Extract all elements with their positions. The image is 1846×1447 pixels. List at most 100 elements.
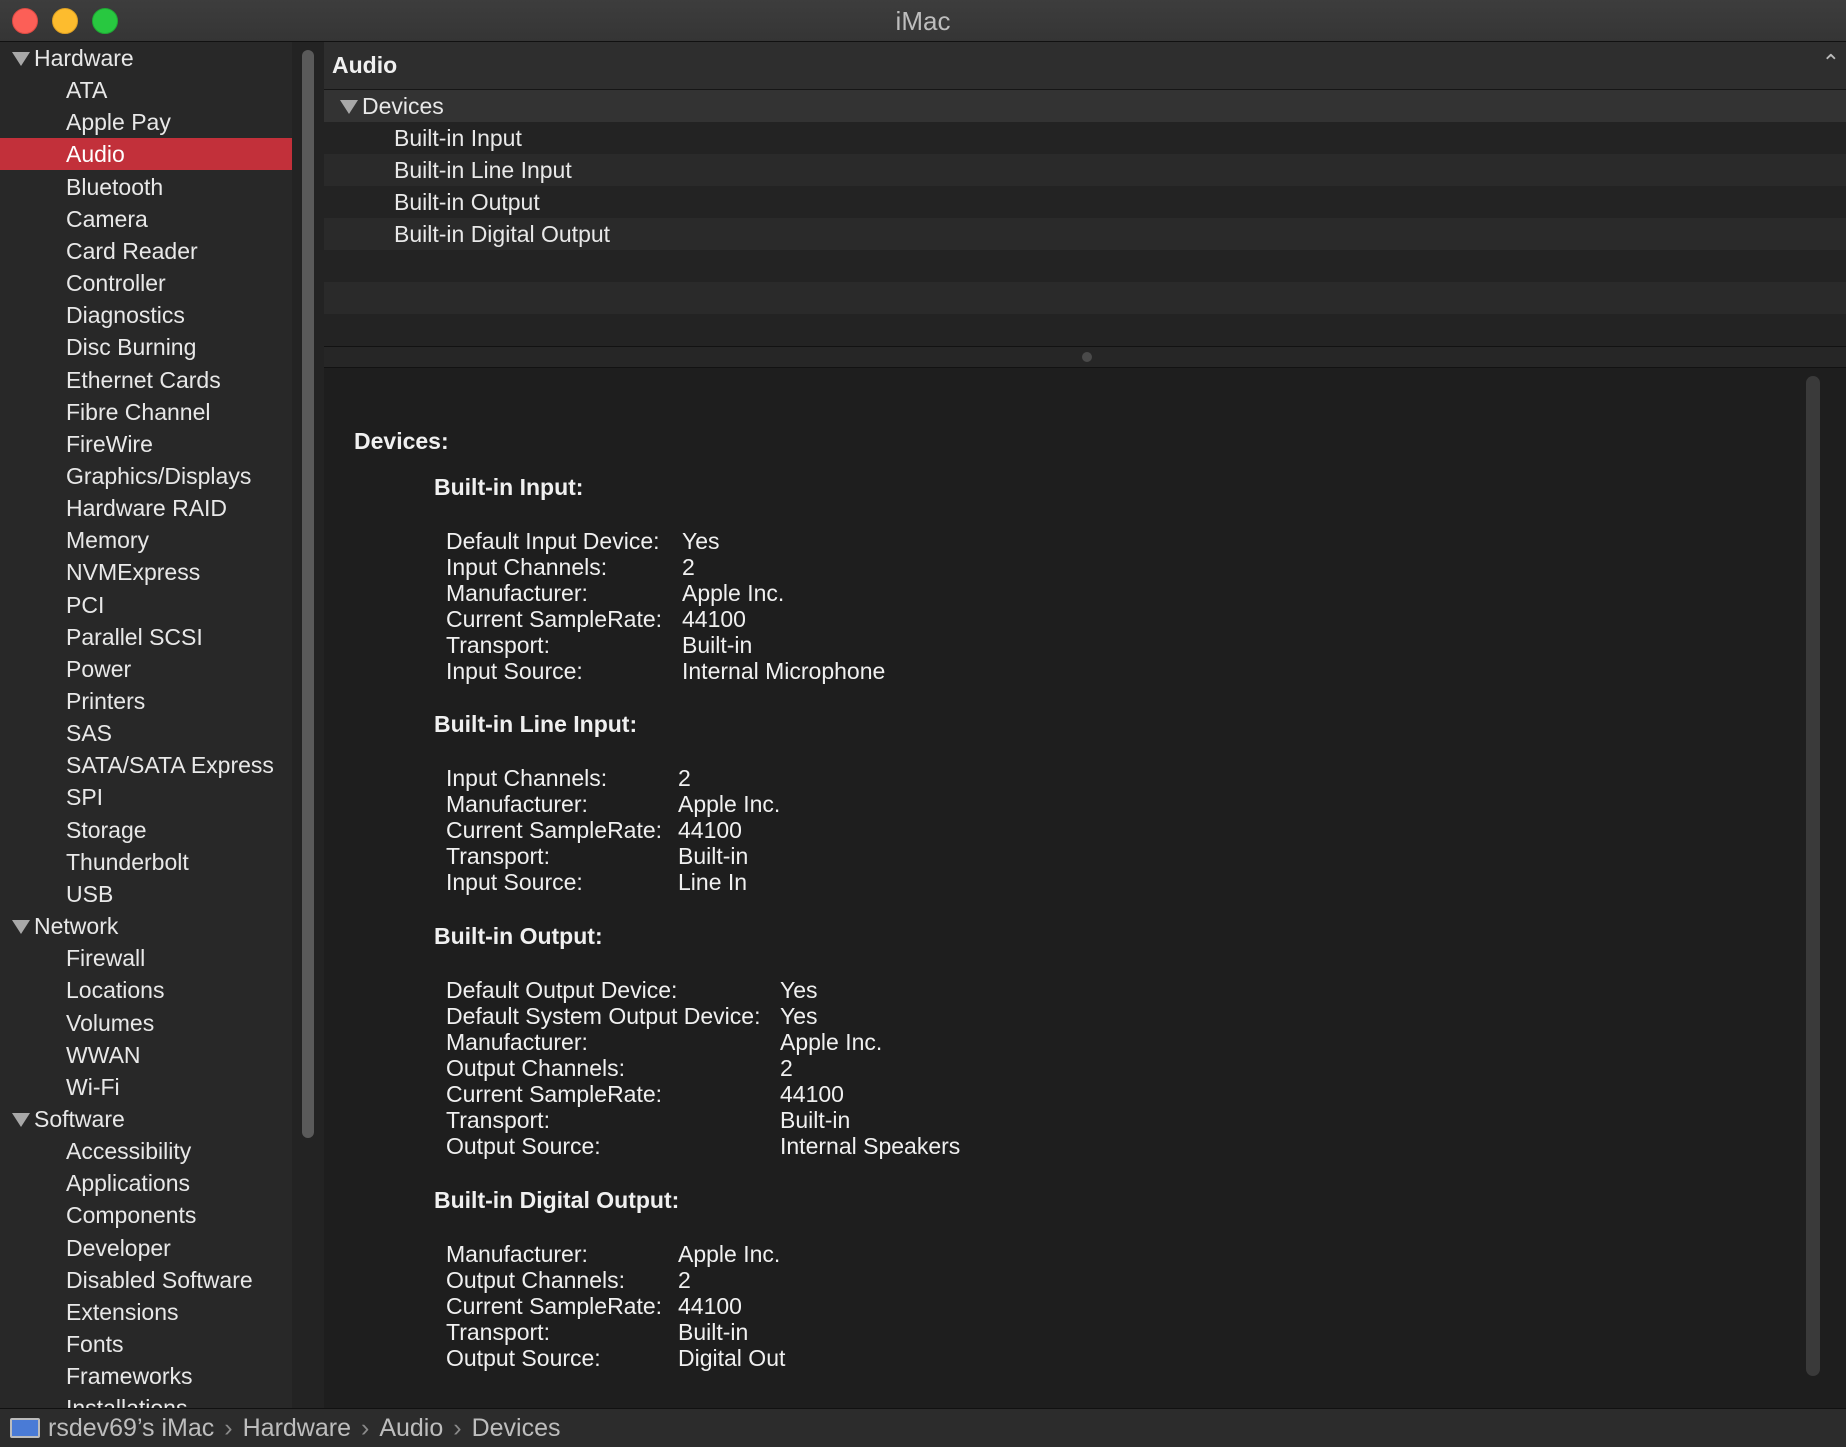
detail-scrollbar[interactable]: [1806, 376, 1820, 1376]
sidebar-item[interactable]: Graphics/Displays: [0, 460, 292, 492]
sidebar-item[interactable]: Power: [0, 653, 292, 685]
sidebar-item[interactable]: Accessibility: [0, 1135, 292, 1167]
sidebar-item-label: Disc Burning: [66, 334, 197, 360]
sidebar-item[interactable]: Hardware RAID: [0, 492, 292, 524]
sidebar-item[interactable]: Storage: [0, 814, 292, 846]
sidebar-group-hardware[interactable]: Hardware: [0, 42, 292, 74]
sidebar-item[interactable]: Firewall: [0, 942, 292, 974]
sidebar-item[interactable]: Fonts: [0, 1328, 292, 1360]
sidebar-item[interactable]: Developer: [0, 1232, 292, 1264]
sidebar-item[interactable]: Wi-Fi: [0, 1071, 292, 1103]
breadcrumb-item[interactable]: rsdev69’s iMac: [48, 1414, 214, 1442]
sidebar-item[interactable]: Frameworks: [0, 1360, 292, 1392]
property-value: Line In: [678, 869, 748, 895]
list-empty-row: [324, 314, 1846, 346]
sidebar-item[interactable]: Card Reader: [0, 235, 292, 267]
property-value: 2: [678, 1267, 691, 1293]
sidebar-item-label: SATA/SATA Express: [66, 752, 274, 778]
sidebar-item[interactable]: Locations: [0, 974, 292, 1006]
sidebar-item[interactable]: PCI: [0, 589, 292, 621]
sidebar-item-label: WWAN: [66, 1042, 141, 1068]
sidebar-item[interactable]: Disc Burning: [0, 331, 292, 363]
sidebar-item-label: SPI: [66, 784, 104, 810]
sidebar-item[interactable]: Audio: [0, 138, 292, 170]
sidebar-item[interactable]: Camera: [0, 203, 292, 235]
property-key: Output Source:: [446, 1345, 601, 1371]
sidebar-item-label: Accessibility: [66, 1138, 192, 1164]
sidebar-item[interactable]: WWAN: [0, 1039, 292, 1071]
section-title: Audio: [332, 52, 398, 78]
sidebar-item[interactable]: Printers: [0, 685, 292, 717]
sidebar-item[interactable]: Installations: [0, 1392, 292, 1408]
imac-icon: [10, 1418, 40, 1438]
sidebar-scrollbar[interactable]: [302, 50, 314, 1138]
sidebar-item-label: Ethernet Cards: [66, 367, 221, 393]
sidebar-item[interactable]: Components: [0, 1199, 292, 1231]
sidebar-item-label: Diagnostics: [66, 302, 185, 328]
sidebar-item-label: Fibre Channel: [66, 399, 211, 425]
property-value: 44100: [678, 817, 742, 843]
sidebar-item-label: USB: [66, 881, 114, 907]
device-list: Devices Built-in Input Built-in Line Input…: [324, 90, 1846, 346]
sidebar-item[interactable]: SAS: [0, 717, 292, 749]
sidebar-item[interactable]: Applications: [0, 1167, 292, 1199]
sidebar-item[interactable]: Ethernet Cards: [0, 364, 292, 396]
sidebar-item[interactable]: NVMExpress: [0, 556, 292, 588]
breadcrumb-item[interactable]: Hardware: [243, 1414, 351, 1442]
property-value: Internal Speakers: [780, 1133, 961, 1159]
sidebar-item-label: Volumes: [66, 1010, 155, 1036]
chevron-up-icon[interactable]: ⌃: [1822, 50, 1840, 76]
splitter-handle-icon[interactable]: [1082, 352, 1092, 362]
property-value: 2: [678, 765, 691, 791]
sidebar-item[interactable]: Disabled Software: [0, 1264, 292, 1296]
title-bar: iMac: [0, 0, 1846, 42]
sidebar-item[interactable]: ATA: [0, 74, 292, 106]
sidebar-item[interactable]: Apple Pay: [0, 106, 292, 138]
list-item[interactable]: Built-in Digital Output: [324, 218, 1846, 250]
list-group-label: Devices: [362, 93, 444, 119]
disclosure-triangle-icon[interactable]: [12, 920, 30, 934]
sidebar-item[interactable]: Fibre Channel: [0, 396, 292, 428]
sidebar-item-label: Firewall: [66, 945, 146, 971]
sidebar-item[interactable]: FireWire: [0, 428, 292, 460]
sidebar-item[interactable]: Volumes: [0, 1007, 292, 1039]
sidebar-item-label: Bluetooth: [66, 174, 164, 200]
sidebar-group-software[interactable]: Software: [0, 1103, 292, 1135]
device-heading: Built-in Line Input:: [434, 711, 638, 737]
sidebar-item[interactable]: Parallel SCSI: [0, 621, 292, 653]
breadcrumb-item[interactable]: Devices: [472, 1414, 561, 1442]
breadcrumb-path: rsdev69’s iMac › Hardware › Audio › Devices: [48, 1409, 561, 1447]
sidebar-item[interactable]: Diagnostics: [0, 299, 292, 331]
disclosure-triangle-icon[interactable]: [12, 52, 30, 66]
sidebar-item-label: Audio: [66, 141, 125, 167]
property-value: Yes: [682, 528, 720, 554]
property-value: Apple Inc.: [682, 580, 785, 606]
device-heading: Built-in Output:: [434, 923, 603, 949]
device-heading: Built-in Digital Output:: [434, 1187, 680, 1213]
sidebar-item-label: Hardware RAID: [66, 495, 228, 521]
list-item[interactable]: Built-in Output: [324, 186, 1846, 218]
sidebar-item[interactable]: Memory: [0, 524, 292, 556]
sidebar-item[interactable]: Controller: [0, 267, 292, 299]
list-item[interactable]: Built-in Input: [324, 122, 1846, 154]
property-key: Output Source:: [446, 1133, 601, 1159]
breadcrumb-item[interactable]: Audio: [379, 1414, 443, 1442]
property-key: Transport:: [446, 1319, 550, 1345]
sidebar-item[interactable]: Bluetooth: [0, 171, 292, 203]
device-heading: Built-in Input:: [434, 474, 584, 500]
sidebar-group-network[interactable]: Network: [0, 910, 292, 942]
disclosure-triangle-icon[interactable]: [340, 100, 358, 114]
sidebar-item-label: NVMExpress: [66, 559, 201, 585]
sidebar-item[interactable]: USB: [0, 878, 292, 910]
disclosure-triangle-icon[interactable]: [12, 1113, 30, 1127]
pane-splitter[interactable]: [324, 346, 1846, 368]
sidebar-item[interactable]: Thunderbolt: [0, 846, 292, 878]
sidebar-item-label: Software: [34, 1106, 125, 1132]
list-item[interactable]: Built-in Line Input: [324, 154, 1846, 186]
sidebar-item[interactable]: Extensions: [0, 1296, 292, 1328]
sidebar-item-label: Disabled Software: [66, 1267, 253, 1293]
sidebar-item-label: SAS: [66, 720, 113, 746]
sidebar-item[interactable]: SATA/SATA Express: [0, 749, 292, 781]
list-group-devices[interactable]: Devices: [324, 90, 1846, 122]
sidebar-item[interactable]: SPI: [0, 781, 292, 813]
